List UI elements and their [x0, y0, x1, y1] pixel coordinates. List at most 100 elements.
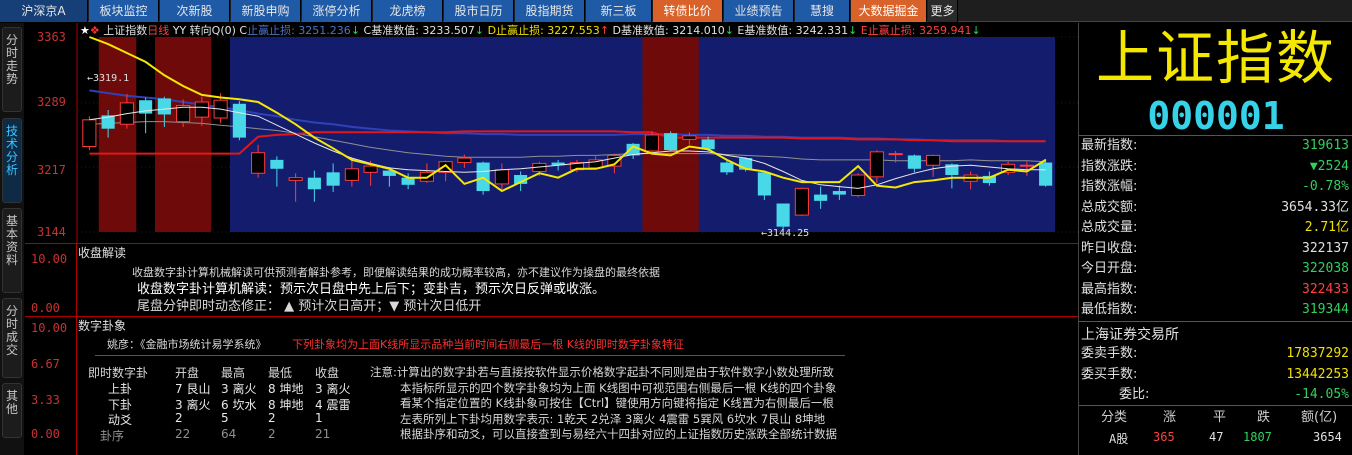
table-cell: 5 — [221, 411, 229, 425]
left-tab-3[interactable]: 分时成交 — [2, 298, 22, 378]
quote-value: 322038 — [1302, 261, 1349, 276]
top-tab-13[interactable]: 更多 — [928, 0, 958, 22]
candle-body — [907, 155, 921, 169]
tail-correction: 尾盘分钟即时动态修正： ▲ 预计次日高开；▼ 预计次日低开 — [137, 299, 482, 314]
table-header: 即时数字卦 — [88, 366, 149, 380]
legend-part-9: 基准数值: 3233.507 — [371, 24, 475, 37]
order-value: 13442253 — [1286, 366, 1349, 382]
legend-part-21: 止赢止损: 3259.941 — [867, 24, 972, 37]
top-tab-11[interactable]: 慧搜 — [795, 0, 850, 22]
quote-value: 322433 — [1302, 281, 1349, 297]
top-tab-1[interactable]: 板块监控 — [89, 0, 159, 22]
legend-part-20: E — [857, 24, 868, 37]
close-interpretation-panel: 10.00 0.00 收盘解读 收盘数字卦计算机械解读可供预测者解卦参考，即便解… — [25, 244, 1078, 317]
left-tab-1[interactable]: 技术分析 — [2, 118, 22, 203]
order-row: 委买手数: 13442253 — [1079, 365, 1352, 386]
table-cell: 22 — [175, 426, 191, 441]
table-cell: 上卦 — [108, 382, 133, 396]
candle-body — [644, 134, 659, 152]
left-tab-2[interactable]: 基本资料 — [2, 208, 22, 293]
quote-label: 总成交量: — [1081, 220, 1138, 235]
candle-body — [157, 98, 171, 115]
candle-body — [869, 151, 884, 178]
quote-row: 总成交量: 2.71亿 — [1079, 218, 1352, 239]
candle-body — [794, 187, 809, 216]
table-cell: 21 — [315, 426, 331, 441]
top-tab-2[interactable]: 次新股 — [160, 0, 230, 22]
order-label: 委买手数: — [1081, 366, 1138, 382]
panel3-title: 数字卦象 — [78, 319, 127, 333]
legend-part-16: ↓ — [724, 24, 734, 37]
axis-label-top: 10.00 — [31, 252, 68, 266]
quote-row: 今日开盘: 322038 — [1079, 259, 1352, 280]
left-tab-0[interactable]: 分时走势 — [2, 27, 22, 112]
price-tick-label: 3289 — [37, 95, 66, 109]
left-vertical-tabs: 分时走势技术分析基本资料分时成交其他 — [0, 23, 24, 455]
top-tab-12[interactable]: 大数据掘金 — [851, 0, 927, 22]
breadth-header: 平 — [1213, 410, 1227, 425]
top-tab-8[interactable]: 新三板 — [586, 0, 652, 22]
quote-value: 322137 — [1302, 240, 1349, 256]
candle-body — [194, 101, 209, 118]
hexagram-panel: 10.00 6.67 3.33 0.00 数字卦象 姚彦：《金融市场统计易学系统》 下… — [25, 317, 1078, 455]
order-label: 委卖手数: — [1081, 346, 1138, 361]
table-header: 开盘 — [175, 366, 200, 380]
legend-part-2: 上证指数 — [99, 24, 148, 37]
top-tab-6[interactable]: 股市日历 — [444, 0, 514, 22]
table-cell: 3 离火 — [175, 397, 211, 412]
candle-body — [926, 154, 941, 166]
candle-body — [232, 103, 246, 138]
panel2-title: 收盘解读 — [78, 246, 127, 260]
candle-body — [851, 174, 866, 196]
table-cell: 2 — [268, 411, 276, 425]
table-header: 最高 — [221, 366, 246, 380]
candle-body — [270, 159, 284, 169]
top-tab-0[interactable]: 沪深京A — [0, 0, 88, 22]
quote-value: 319344 — [1302, 302, 1349, 317]
top-tab-9[interactable]: 转债比价 — [653, 0, 723, 22]
top-tab-7[interactable]: 股指期货 — [515, 0, 585, 22]
legend-part-4: YY 转向Q(0) — [169, 24, 240, 37]
candle-body — [401, 177, 415, 185]
quote-row: 昨日收盘: 322137 — [1079, 239, 1352, 260]
breadth-header: 涨 — [1163, 410, 1177, 425]
note-line: 注意:计算出的数字卦若与直接按软件显示价格数字起卦不同则是由于软件数字小数处理所… — [370, 365, 834, 379]
breadth-cell: 365 — [1153, 430, 1175, 444]
price-tick-label: 3363 — [37, 30, 66, 44]
note-line: 根据卦序和动爻，可以直接查到与易经六十四卦对应的上证指数历史涨跌全部统计数据 — [400, 427, 837, 441]
main-panels: 3363 3289 3217 3144 ★❖ 上证指数日线 YY 转向Q(0) C止赢… — [25, 23, 1078, 455]
red-band-bg — [98, 37, 137, 232]
axis-label: 0.00 — [31, 427, 60, 441]
quote-row: 指数涨跌: ▼2524 — [1079, 157, 1352, 178]
panel3-axis: 10.00 6.67 3.33 0.00 — [25, 317, 77, 455]
index-name: 上证指数 — [1095, 24, 1336, 92]
quote-row: 最高指数: 322433 — [1079, 280, 1352, 301]
quote-label: 最高指数: — [1081, 281, 1138, 297]
legend-part-0: ★ — [80, 24, 90, 37]
axis-label: 10.00 — [31, 321, 68, 335]
top-tab-5[interactable]: 龙虎榜 — [373, 0, 443, 22]
top-tab-4[interactable]: 涨停分析 — [302, 0, 372, 22]
table-cell: 6 坎水 — [221, 397, 257, 412]
table-cell: 卦序 — [100, 428, 125, 443]
app-window: 沪深京A 板块监控 次新股 新股申购 涨停分析 龙虎榜 股市日历 股指期货 新三板 转债比价 业绩预… — [0, 0, 1352, 455]
legend-part-10: ↓ — [474, 24, 485, 37]
divider — [95, 355, 845, 356]
candle-body — [344, 168, 359, 181]
candle-body — [363, 165, 378, 173]
legend-part-5: C — [239, 24, 248, 37]
top-tab-10[interactable]: 业绩预告 — [724, 0, 794, 22]
legend-part-6: 止赢止损: 3251.236 — [247, 24, 351, 37]
candle-body — [664, 133, 678, 151]
legend-part-13: ↑ — [599, 24, 610, 37]
legend-part-14: D — [609, 24, 621, 37]
top-tab-3[interactable]: 新股申购 — [231, 0, 301, 22]
red-band-bg — [155, 37, 212, 232]
top-nav-bar: 沪深京A 板块监控 次新股 新股申购 涨停分析 龙虎榜 股市日历 股指期货 新三板 转债比价 业绩预… — [0, 0, 1352, 22]
table-header: 收盘 — [315, 366, 340, 380]
kline-chart[interactable] — [25, 23, 1078, 244]
table-cell: 8 坤地 — [268, 382, 304, 396]
candle-body — [814, 194, 828, 201]
left-tab-4[interactable]: 其他 — [2, 383, 22, 438]
table-cell: 2 — [268, 426, 276, 441]
